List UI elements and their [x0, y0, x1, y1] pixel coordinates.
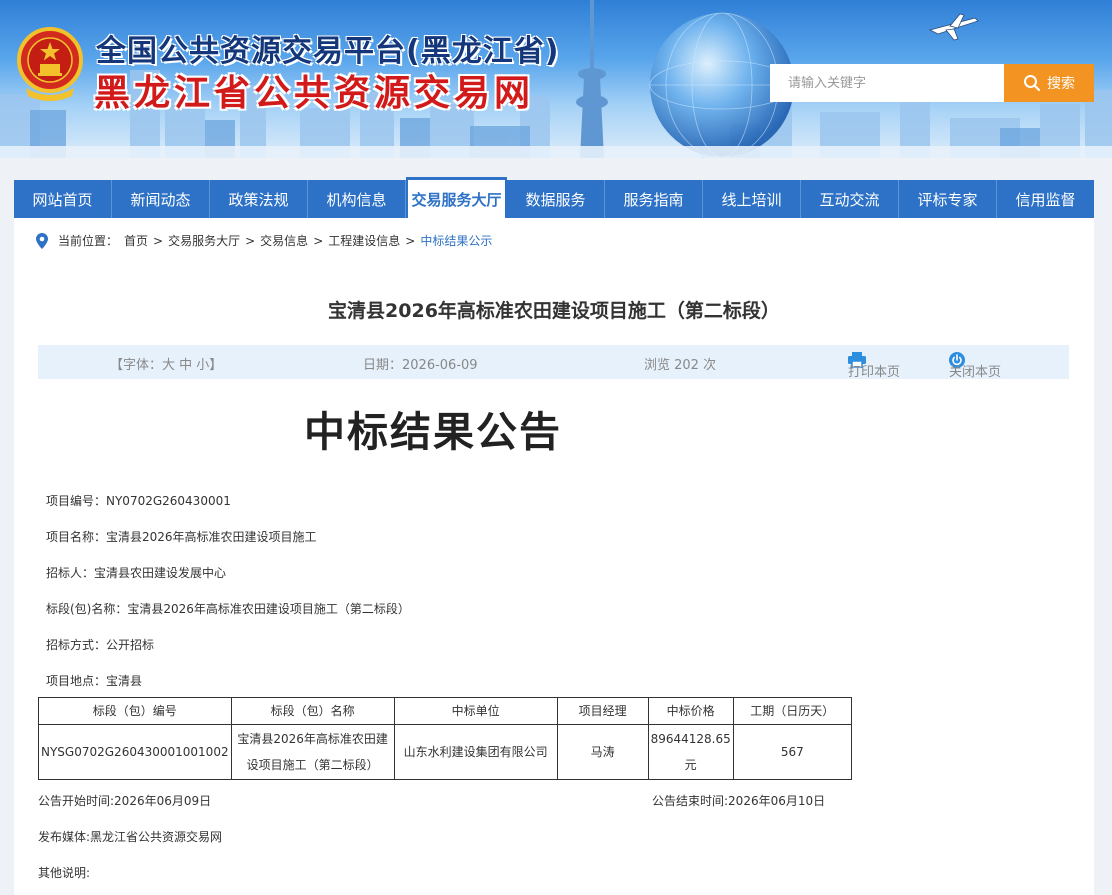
airplane-graphic [928, 13, 979, 41]
publish-date: 日期：2026-06-09 [363, 358, 478, 373]
national-emblem-icon [17, 27, 83, 101]
notice-heading: 中标结果公告 [304, 408, 562, 456]
nav-item-trading-hall[interactable]: 交易服务大厅 [406, 177, 507, 218]
nav-item-data-service[interactable]: 数据服务 [507, 180, 605, 218]
search-input[interactable] [770, 64, 1004, 102]
nav-item-online-training[interactable]: 线上培训 [703, 180, 801, 218]
site-banner: 全国公共资源交易平台(黑龙江省) 黑龙江省公共资源交易网 搜索 [0, 0, 1112, 158]
breadcrumb-separator: > [245, 233, 256, 248]
lot-code-cell: NYSG0702G260430001001002 [38, 724, 232, 780]
location-pin-icon [36, 232, 48, 249]
print-label: 打印本页 [848, 365, 901, 380]
price-cell: 89644128.65 元 [647, 724, 734, 780]
content-panel: 当前位置： 首页 > 交易服务大厅 > 交易信息 > 工程建设信息 > 中标结果… [14, 218, 1094, 895]
project-location: 项目地点：宝清县 [46, 674, 143, 688]
table-header-cell: 项目经理 [556, 697, 649, 725]
main-nav: 网站首页 新闻动态 政策法规 机构信息 交易服务大厅 数据服务 服务指南 线上培… [14, 177, 1094, 218]
breadcrumb-separator: > [405, 233, 416, 248]
notice-end-time: 公告结束时间:2026年06月10日 [652, 794, 826, 808]
close-label: 关闭本页 [949, 365, 1002, 380]
nav-item-credit[interactable]: 信用监督 [997, 180, 1094, 218]
breadcrumb-trading-info[interactable]: 交易信息 [260, 232, 308, 249]
breadcrumb-current[interactable]: 中标结果公示 [420, 232, 492, 249]
search-button-label: 搜索 [1047, 76, 1075, 92]
breadcrumb-home[interactable]: 首页 [124, 232, 148, 249]
article-title: 宝清县2026年高标准农田建设项目施工（第二标段） [328, 300, 780, 322]
breadcrumb-separator: > [313, 233, 324, 248]
manager-cell: 马涛 [556, 724, 649, 780]
lot-name-line: 宝清县2026年高标准农田建 [237, 732, 388, 746]
close-page-button[interactable]: 关闭本页 [949, 352, 1001, 380]
table-header-cell: 中标价格 [647, 697, 734, 725]
breadcrumb-separator: > [153, 233, 164, 248]
nav-item-home[interactable]: 网站首页 [14, 180, 112, 218]
project-name: 项目名称：宝清县2026年高标准农田建设项目施工 [46, 530, 317, 544]
breadcrumb-prefix: 当前位置： [58, 234, 119, 248]
project-number: 项目编号：NY0702G260430001 [46, 494, 231, 508]
breadcrumb-trading-hall[interactable]: 交易服务大厅 [168, 232, 240, 249]
breadcrumb-construction-info[interactable]: 工程建设信息 [328, 232, 400, 249]
lot-name-cell: 宝清县2026年高标准农田建 设项目施工（第二标段） [230, 724, 395, 780]
breadcrumb: 当前位置： 首页 > 交易服务大厅 > 交易信息 > 工程建设信息 > 中标结果… [36, 232, 492, 249]
nav-item-service-guide[interactable]: 服务指南 [605, 180, 703, 218]
table-row: NYSG0702G260430001001002 宝清县2026年高标准农田建 … [38, 724, 852, 780]
nav-item-interaction[interactable]: 互动交流 [801, 180, 899, 218]
tender-method: 招标方式：公开招标 [46, 638, 155, 652]
search-icon [1024, 75, 1041, 92]
nav-item-policy[interactable]: 政策法规 [210, 180, 308, 218]
publish-media: 发布媒体:黑龙江省公共资源交易网 [38, 830, 223, 844]
other-notes: 其他说明: [38, 866, 91, 880]
table-header-cell: 工期（日历天） [732, 697, 852, 725]
price-value: 89644128.65 [650, 732, 731, 746]
winner-cell: 山东水利建设集团有限公司 [393, 724, 558, 780]
table-header-cell: 标段（包）编号 [38, 697, 232, 725]
nav-item-experts[interactable]: 评标专家 [899, 180, 997, 218]
view-count: 浏览 202 次 [644, 358, 717, 373]
nav-item-institutions[interactable]: 机构信息 [308, 180, 406, 218]
site-title: 黑龙江省公共资源交易网 [94, 73, 535, 114]
lot-name-line: 设项目施工（第二标段） [246, 758, 379, 772]
award-result-table: 标段（包）编号 标段（包）名称 中标单位 项目经理 中标价格 工期（日历天） N… [38, 697, 852, 780]
search-button[interactable]: 搜索 [1004, 64, 1094, 102]
table-header-cell: 标段（包）名称 [230, 697, 395, 725]
table-header-cell: 中标单位 [393, 697, 558, 725]
duration-cell: 567 [732, 724, 852, 780]
table-header-row: 标段（包）编号 标段（包）名称 中标单位 项目经理 中标价格 工期（日历天） [38, 697, 852, 725]
font-size-control[interactable]: 【字体：大 中 小】 [110, 354, 222, 373]
tenderer: 招标人：宝清县农田建设发展中心 [46, 566, 227, 580]
print-button[interactable]: 打印本页 [848, 352, 900, 380]
article-info-bar: 【字体：大 中 小】 日期：2026-06-09 浏览 202 次 打印本页 关… [38, 345, 1069, 380]
notice-start-time: 公告开始时间:2026年06月09日 [38, 794, 212, 808]
lot-name: 标段(包)名称：宝清县2026年高标准农田建设项目施工（第二标段） [46, 602, 410, 616]
price-unit: 元 [684, 758, 697, 772]
nav-item-news[interactable]: 新闻动态 [112, 180, 210, 218]
